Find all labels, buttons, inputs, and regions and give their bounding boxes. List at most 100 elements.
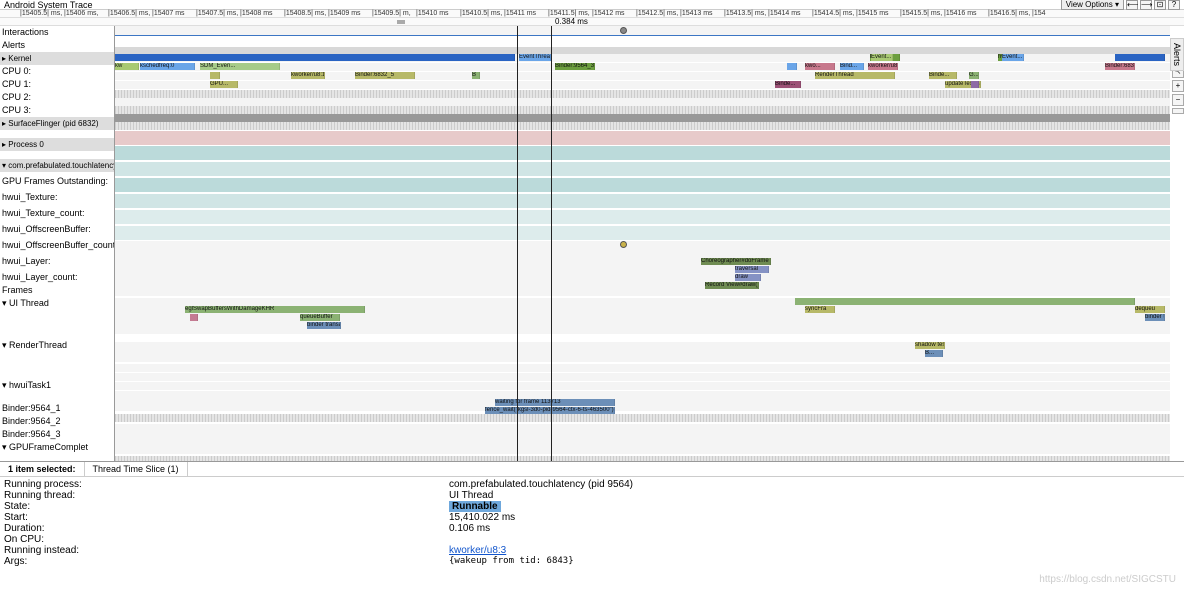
ruler-tick: |15407 ms bbox=[152, 10, 185, 17]
running-process-label: Running process: bbox=[4, 479, 449, 490]
sidebar-hwui-offscreen: hwui_OffscreenBuffer: bbox=[0, 220, 114, 236]
trace-slice[interactable]: waiting for frame 113713 bbox=[495, 399, 615, 406]
trace-slice[interactable]: Event... bbox=[1002, 54, 1024, 61]
sidebar-interactions[interactable]: Interactions bbox=[0, 26, 114, 39]
trace-slice[interactable]: traversal bbox=[735, 266, 769, 273]
nav-fwd-button[interactable]: ⟶ bbox=[1140, 0, 1152, 10]
ruler-tick: |15407.5| ms, bbox=[196, 10, 238, 17]
trace-slice[interactable]: Binder:9564_3 bbox=[555, 63, 595, 70]
trace-slice[interactable]: binder tran bbox=[1145, 314, 1165, 321]
trace-slice[interactable]: B bbox=[472, 72, 480, 79]
trace-slice[interactable]: Record View#draw() bbox=[705, 282, 759, 289]
ruler-tick: |15411.5| ms, bbox=[548, 10, 590, 17]
trace-slice[interactable]: Choreographer#doFrame bbox=[701, 258, 771, 265]
trace-slice[interactable]: kworker/u8:1.. bbox=[291, 72, 325, 79]
oncpu-label: On CPU: bbox=[4, 534, 449, 545]
trace-slice[interactable]: Bind... bbox=[840, 63, 864, 70]
sidebar-gpu-complet[interactable]: ▾ GPUFrameComplet bbox=[0, 441, 114, 454]
ruler-tick: |15412 ms bbox=[592, 10, 625, 17]
trace-slice[interactable] bbox=[787, 63, 797, 70]
nav-back-button[interactable]: ⟵ bbox=[1126, 0, 1138, 10]
trace-slice[interactable]: syncFra bbox=[805, 306, 835, 313]
trace-slice[interactable] bbox=[795, 298, 1135, 305]
trace-slice[interactable] bbox=[1115, 54, 1165, 61]
trace-slice[interactable]: kschedfreq:0 bbox=[140, 63, 195, 70]
sidebar-hwui-task[interactable]: ▾ hwuiTask1 bbox=[0, 379, 114, 392]
trace-slice[interactable] bbox=[115, 54, 515, 61]
trace-slice[interactable]: Binder:6832_5 bbox=[355, 72, 415, 79]
alerts-side-tab[interactable]: Alerts bbox=[1170, 38, 1184, 71]
sidebar-cpu0[interactable]: CPU 0: bbox=[0, 65, 114, 78]
trace-slice[interactable]: Binder:6832 bbox=[1105, 63, 1135, 70]
sidebar-render-thread[interactable]: ▾ RenderThread bbox=[0, 339, 114, 371]
trace-slice[interactable]: dequeu bbox=[1135, 306, 1165, 313]
trace-slice[interactable]: fence_wait("kgsl-3d0-pid-9564-ctx-6-ts-4… bbox=[485, 407, 615, 414]
sidebar-binder2[interactable]: Binder:9564_2 bbox=[0, 415, 114, 428]
ruler-tick: |15406 ms, bbox=[64, 10, 99, 17]
nav-home-button[interactable]: ⊡ bbox=[1154, 0, 1166, 10]
args-label: Args: bbox=[4, 556, 449, 567]
sidebar-alerts[interactable]: Alerts bbox=[0, 39, 114, 52]
oncpu-value bbox=[449, 534, 1180, 545]
selection-line-end[interactable] bbox=[551, 26, 552, 461]
trace-slice[interactable] bbox=[190, 314, 198, 321]
trace-slice[interactable] bbox=[210, 72, 220, 79]
ruler-tick: |15416 ms bbox=[944, 10, 977, 17]
ruler-tick: |154 bbox=[1032, 10, 1046, 17]
sidebar-cpu3[interactable]: CPU 3: bbox=[0, 104, 114, 117]
sidebar-com-app[interactable]: ▾ com.prefabulated.touchlatency (pid 956… bbox=[0, 159, 114, 172]
trace-slice[interactable]: GPU... bbox=[210, 81, 238, 88]
state-value: Runnable bbox=[449, 501, 501, 512]
sidebar-hwui-layer: hwui_Layer: bbox=[0, 252, 114, 268]
trace-slice[interactable]: EventThread bbox=[519, 54, 551, 61]
selection-count-tab[interactable]: 1 item selected: bbox=[0, 462, 85, 476]
view-options-dropdown[interactable]: View Options ▾ bbox=[1061, 0, 1124, 10]
trace-slice[interactable]: kw bbox=[115, 63, 139, 70]
sidebar-kernel[interactable]: ▸ Kernel bbox=[0, 52, 114, 65]
trace-slice[interactable]: SDM_Even... bbox=[200, 63, 280, 70]
sidebar-hwui-layer-count: hwui_Layer_count: bbox=[0, 268, 114, 284]
trace-slice[interactable]: queueBuffer bbox=[300, 314, 340, 321]
trace-slice[interactable]: shadow tess bbox=[915, 342, 945, 349]
running-instead-value[interactable]: kworker/u8:3 bbox=[449, 545, 506, 556]
sidebar-process0[interactable]: ▸ Process 0 bbox=[0, 138, 114, 151]
ruler-tick: |15408.5| ms, bbox=[284, 10, 326, 17]
sidebar-binder1[interactable]: Binder:9564_1 bbox=[0, 402, 114, 415]
trace-slice[interactable]: Binde... bbox=[929, 72, 957, 79]
trace-slice[interactable]: binder transaction bbox=[307, 322, 341, 329]
time-ruler[interactable]: |15405.5| ms,|15406 ms,|15406.5| ms,|154… bbox=[0, 10, 1184, 18]
ruler-tick: |15414 ms bbox=[768, 10, 801, 17]
trace-slice[interactable] bbox=[971, 81, 979, 88]
trace-slice[interactable]: eglSwapBuffersWithDamageKHR bbox=[185, 306, 365, 313]
trace-slice[interactable]: draw bbox=[735, 274, 761, 281]
ruler-tick: |15415.5| ms, bbox=[900, 10, 942, 17]
running-instead-label: Running instead: bbox=[4, 545, 449, 556]
sidebar-binder3[interactable]: Binder:9564_3 bbox=[0, 428, 114, 441]
sidebar: Interactions Alerts ▸ Kernel CPU 0: CPU … bbox=[0, 26, 115, 461]
zoom-reset-button[interactable] bbox=[1172, 108, 1184, 114]
ruler-tick: |15413 ms bbox=[680, 10, 713, 17]
ruler-tick: |15416.5| ms, bbox=[988, 10, 1030, 17]
trace-slice[interactable]: RenderThread bbox=[815, 72, 895, 79]
ruler-tick: |15415 ms bbox=[856, 10, 889, 17]
sidebar-cpu1[interactable]: CPU 1: bbox=[0, 78, 114, 91]
ruler-tick: |15414.5| ms, bbox=[812, 10, 854, 17]
trace-slice[interactable]: kworker/u8... bbox=[868, 63, 898, 70]
trace-slice[interactable]: G... bbox=[969, 72, 979, 79]
start-label: Start: bbox=[4, 512, 449, 523]
sidebar-surfaceflinger[interactable]: ▸ SurfaceFlinger (pid 6832) bbox=[0, 117, 114, 130]
trace-slice[interactable]: kwo... bbox=[805, 63, 835, 70]
zoom-in-button[interactable]: + bbox=[1172, 80, 1184, 92]
trace-slice[interactable]: B... bbox=[925, 350, 943, 357]
tracks-area[interactable]: EventThreadB...Event...hwuiTask1Event...… bbox=[115, 26, 1184, 461]
trace-slice[interactable]: Event... bbox=[871, 54, 893, 61]
selection-line-start[interactable] bbox=[517, 26, 518, 461]
thread-slice-tab[interactable]: Thread Time Slice (1) bbox=[85, 462, 188, 476]
zoom-out-button[interactable]: − bbox=[1172, 94, 1184, 106]
args-value: {wakeup from tid: 6843} bbox=[449, 556, 1180, 567]
sidebar-ui-thread[interactable]: ▾ UI Thread bbox=[0, 297, 114, 329]
sidebar-cpu2[interactable]: CPU 2: bbox=[0, 91, 114, 104]
trace-slice[interactable]: Binde... bbox=[775, 81, 801, 88]
state-label: State: bbox=[4, 501, 449, 512]
help-button[interactable]: ? bbox=[1168, 0, 1180, 10]
